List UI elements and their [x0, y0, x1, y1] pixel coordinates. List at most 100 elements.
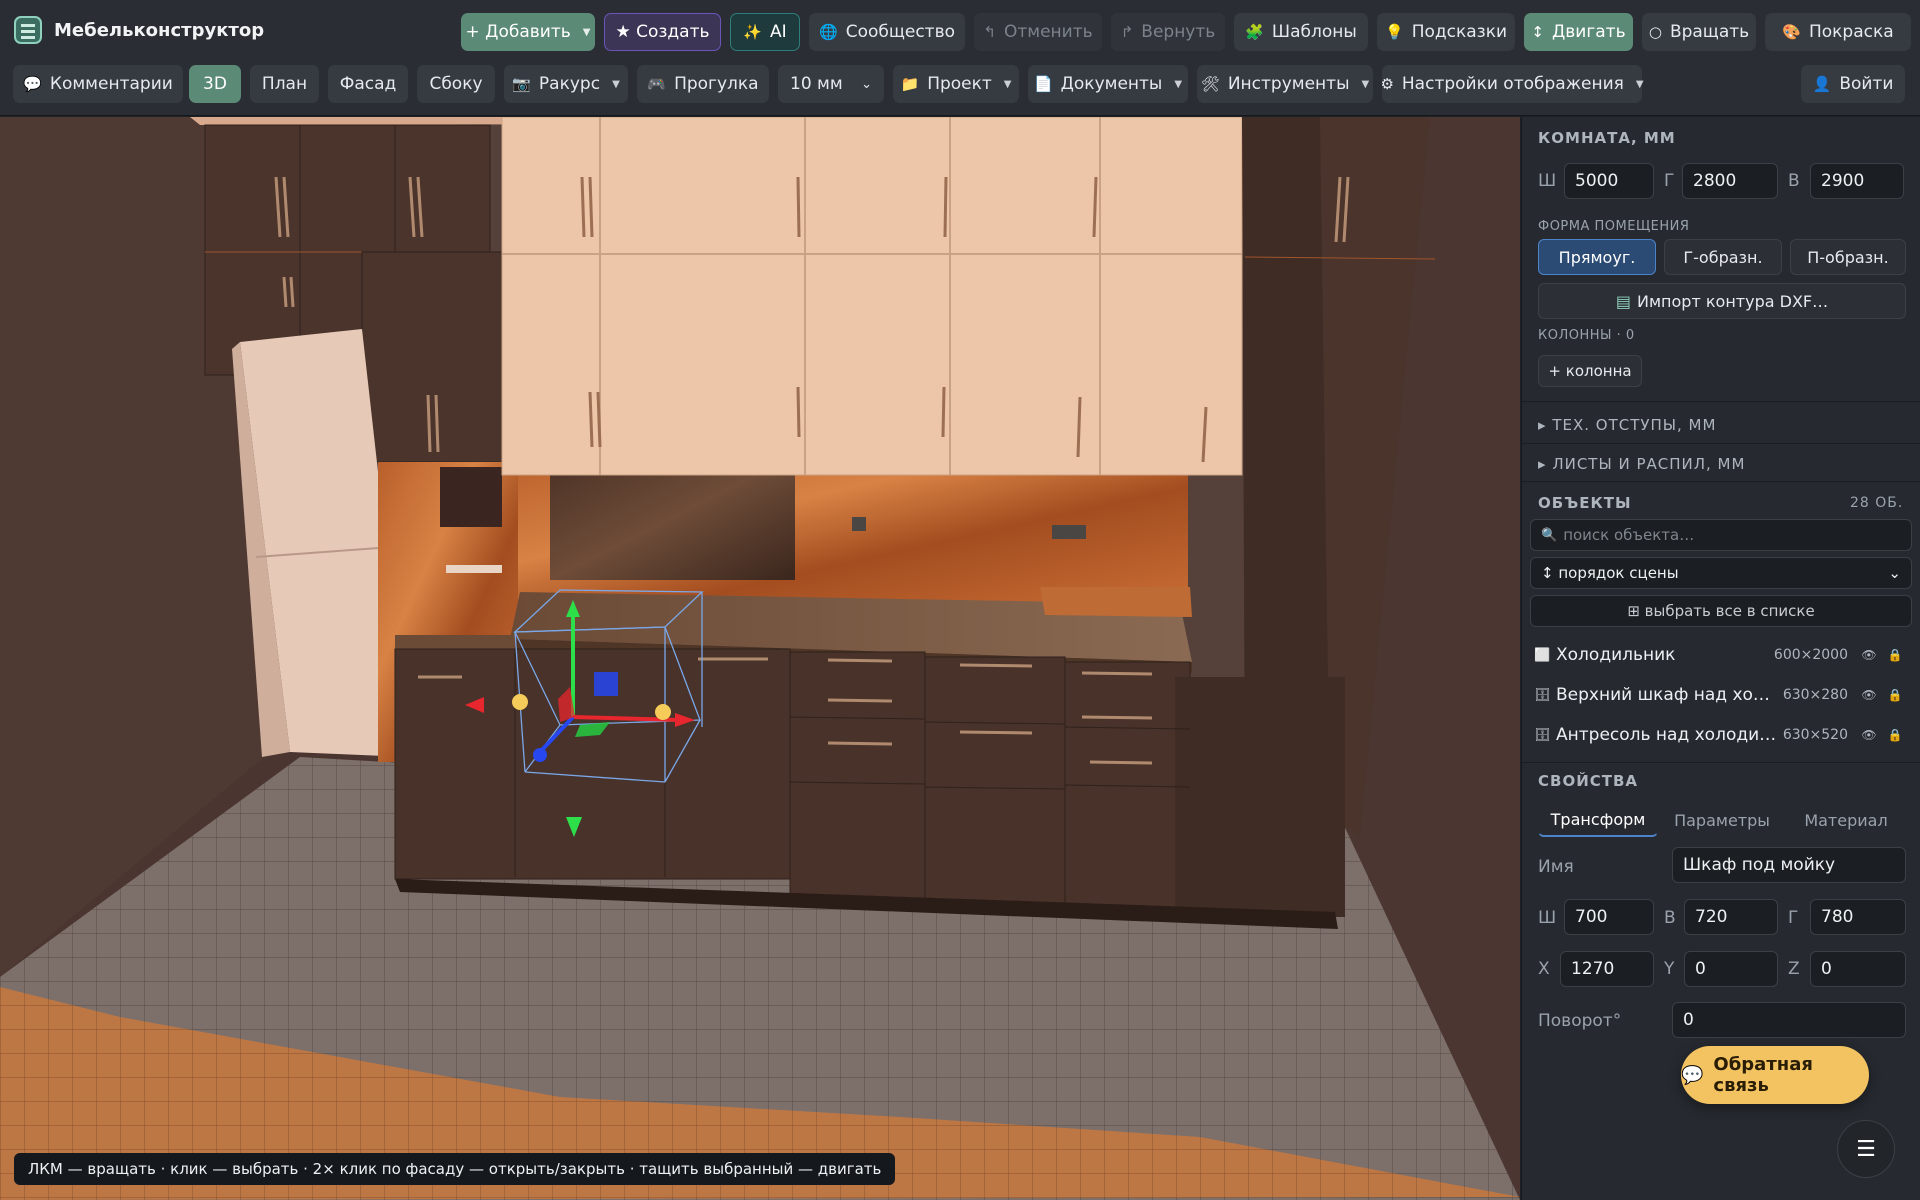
view-side-button[interactable]: Сбоку	[417, 65, 495, 103]
toolbar-row-views: 💬 Комментарии 3D План Фасад Сбоку 📷 Ракурс…	[0, 62, 1920, 106]
object-name: Антресоль над холодильником	[1556, 725, 1777, 745]
add-button[interactable]: + Добавить ▼	[461, 13, 595, 51]
tech-offsets-toggle[interactable]: ▸ ТЕХ. ОТСТУПЫ, ММ	[1538, 416, 1716, 434]
paint-button[interactable]: 🎨 Покраска	[1765, 13, 1911, 51]
list-item[interactable]: 🗄 Верхний шкаф над холодильником 630×280…	[1534, 677, 1908, 713]
walk-label: Прогулка	[674, 74, 759, 94]
select-all-button[interactable]: ⊞ выбрать все в списке	[1530, 595, 1912, 627]
x-input[interactable]: 1270	[1560, 951, 1654, 987]
tools-menu[interactable]: 🛠 Инструменты ▼	[1197, 65, 1373, 103]
chevron-down-icon: ⌄	[861, 76, 872, 92]
objects-title: ОБЪЕКТЫ	[1538, 494, 1632, 512]
width-input[interactable]: 700	[1564, 899, 1654, 935]
object-dims: 630×520	[1782, 727, 1848, 743]
globe-icon: 🌐	[819, 23, 838, 41]
view-3d-button[interactable]: 3D	[189, 65, 241, 103]
scene-canvas[interactable]	[0, 117, 1520, 1200]
properties-title: СВОЙСТВА	[1538, 772, 1639, 790]
add-column-button[interactable]: + колонна	[1538, 355, 1642, 387]
visibility-icon[interactable]: 👁	[1856, 688, 1882, 702]
redo-button[interactable]: ↱ Вернуть	[1111, 13, 1225, 51]
feedback-label: Обратная связь	[1713, 1054, 1813, 1096]
ai-button[interactable]: ✨ AI	[730, 13, 800, 51]
room-shape-title: ФОРМА ПОМЕЩЕНИЯ	[1538, 219, 1690, 234]
viewport-3d[interactable]: ЛКМ — вращать · клик — выбрать · 2× клик…	[0, 117, 1520, 1200]
view-plan-button[interactable]: План	[250, 65, 319, 103]
object-search-input[interactable]: 🔍 поиск объекта…	[1530, 519, 1912, 551]
y-input[interactable]: 0	[1684, 951, 1778, 987]
community-button[interactable]: 🌐 Сообщество	[809, 13, 965, 51]
room-depth-label: Г	[1664, 171, 1675, 191]
z-input[interactable]: 0	[1810, 951, 1906, 987]
step-select[interactable]: 10 мм ⌄	[778, 65, 884, 103]
list-item[interactable]: ⬜ Холодильник 600×2000 👁 🔒	[1534, 637, 1908, 673]
status-hint: ЛКМ — вращать · клик — выбрать · 2× клик…	[14, 1153, 896, 1185]
comments-button[interactable]: 💬 Комментарии	[13, 65, 183, 103]
project-menu[interactable]: 📁 Проект ▼	[893, 65, 1019, 103]
object-name-input[interactable]: Шкаф под мойку	[1672, 847, 1906, 883]
width-label: Ш	[1538, 908, 1557, 928]
lock-icon[interactable]: 🔒	[1882, 648, 1908, 662]
redo-label: Вернуть	[1141, 22, 1216, 42]
name-label: Имя	[1538, 857, 1574, 877]
depth-input[interactable]: 780	[1810, 899, 1906, 935]
display-settings-menu[interactable]: ⚙ Настройки отображения ▼	[1380, 65, 1644, 103]
top-toolbar: Мебельконструктор + Добавить ▼ ★ Создать …	[0, 0, 1920, 116]
hints-button[interactable]: 💡 Подсказки	[1377, 13, 1515, 51]
menu-button[interactable]: ☰	[1837, 1120, 1895, 1178]
view-facade-button[interactable]: Фасад	[328, 65, 408, 103]
display-settings-label: Настройки отображения	[1401, 74, 1624, 94]
room-title: КОМНАТА, ММ	[1538, 129, 1676, 147]
comments-label: Комментарии	[49, 74, 173, 94]
sheets-label: ЛИСТЫ И РАСПИЛ, ММ	[1552, 455, 1746, 473]
folder-icon: 📁	[900, 75, 920, 93]
shape-rect-button[interactable]: Прямоуг.	[1538, 239, 1656, 275]
object-name: Холодильник	[1556, 645, 1676, 665]
view-facade-label: Фасад	[339, 74, 397, 94]
search-icon: 🔍	[1541, 527, 1558, 543]
templates-button[interactable]: 🧩 Шаблоны	[1234, 13, 1368, 51]
tab-material[interactable]: Материал	[1786, 803, 1906, 837]
sheets-toggle[interactable]: ▸ ЛИСТЫ И РАСПИЛ, ММ	[1538, 455, 1745, 473]
walk-button[interactable]: 🎮 Прогулка	[637, 65, 769, 103]
visibility-icon[interactable]: 👁	[1856, 728, 1882, 742]
caret-down-icon: ▼	[1635, 78, 1644, 90]
lightbulb-icon: 💡	[1385, 23, 1404, 41]
toolbar-row-main: + Добавить ▼ ★ Создать ✨ AI 🌐 Сообщество ↰ О…	[0, 10, 1920, 54]
shape-u-button[interactable]: П-образн.	[1790, 239, 1906, 275]
tab-parameters[interactable]: Параметры	[1664, 803, 1780, 837]
undo-icon: ↰	[983, 23, 996, 41]
create-button[interactable]: ★ Создать	[604, 13, 721, 51]
angle-dropdown[interactable]: 📷 Ракурс ▼	[504, 65, 628, 103]
object-dims: 630×280	[1782, 687, 1848, 703]
cabinet-icon: 🗄	[1534, 727, 1551, 743]
height-input[interactable]: 720	[1684, 899, 1778, 935]
login-button[interactable]: 👤 Войти	[1801, 65, 1905, 103]
rotate-button[interactable]: ○ Вращать	[1642, 13, 1756, 51]
community-label: Сообщество	[845, 22, 955, 42]
undo-button[interactable]: ↰ Отменить	[974, 13, 1102, 51]
move-button[interactable]: ↕ Двигать	[1524, 13, 1633, 51]
rotation-input[interactable]: 0	[1672, 1002, 1906, 1038]
divider	[1522, 443, 1920, 444]
undo-label: Отменить	[1003, 22, 1093, 42]
lock-icon[interactable]: 🔒	[1882, 728, 1908, 742]
tab-transform[interactable]: Трансформ	[1538, 803, 1658, 837]
shape-l-button[interactable]: Г-образн.	[1664, 239, 1782, 275]
visibility-icon[interactable]: 👁	[1856, 648, 1882, 662]
scene-order-select[interactable]: ↕ порядок сцены ⌄	[1530, 557, 1912, 589]
y-label: Y	[1664, 959, 1675, 979]
feedback-button[interactable]: 💬 Обратная связь	[1681, 1046, 1869, 1104]
chevron-down-icon: ⌄	[1888, 564, 1901, 582]
room-height-input[interactable]: 2900	[1810, 163, 1904, 199]
list-item[interactable]: 🗄 Антресоль над холодильником 630×520 👁 …	[1534, 717, 1908, 753]
view-3d-label: 3D	[203, 74, 227, 94]
lock-icon[interactable]: 🔒	[1882, 688, 1908, 702]
room-width-input[interactable]: 5000	[1564, 163, 1654, 199]
documents-menu[interactable]: 📄 Документы ▼	[1028, 65, 1188, 103]
room-depth-input[interactable]: 2800	[1682, 163, 1778, 199]
import-dxf-button[interactable]: ▤ Импорт контура DXF…	[1538, 283, 1906, 319]
caret-down-icon: ▼	[1361, 78, 1370, 90]
create-label: ★ Создать	[615, 22, 710, 42]
puzzle-icon: 🧩	[1245, 23, 1264, 41]
